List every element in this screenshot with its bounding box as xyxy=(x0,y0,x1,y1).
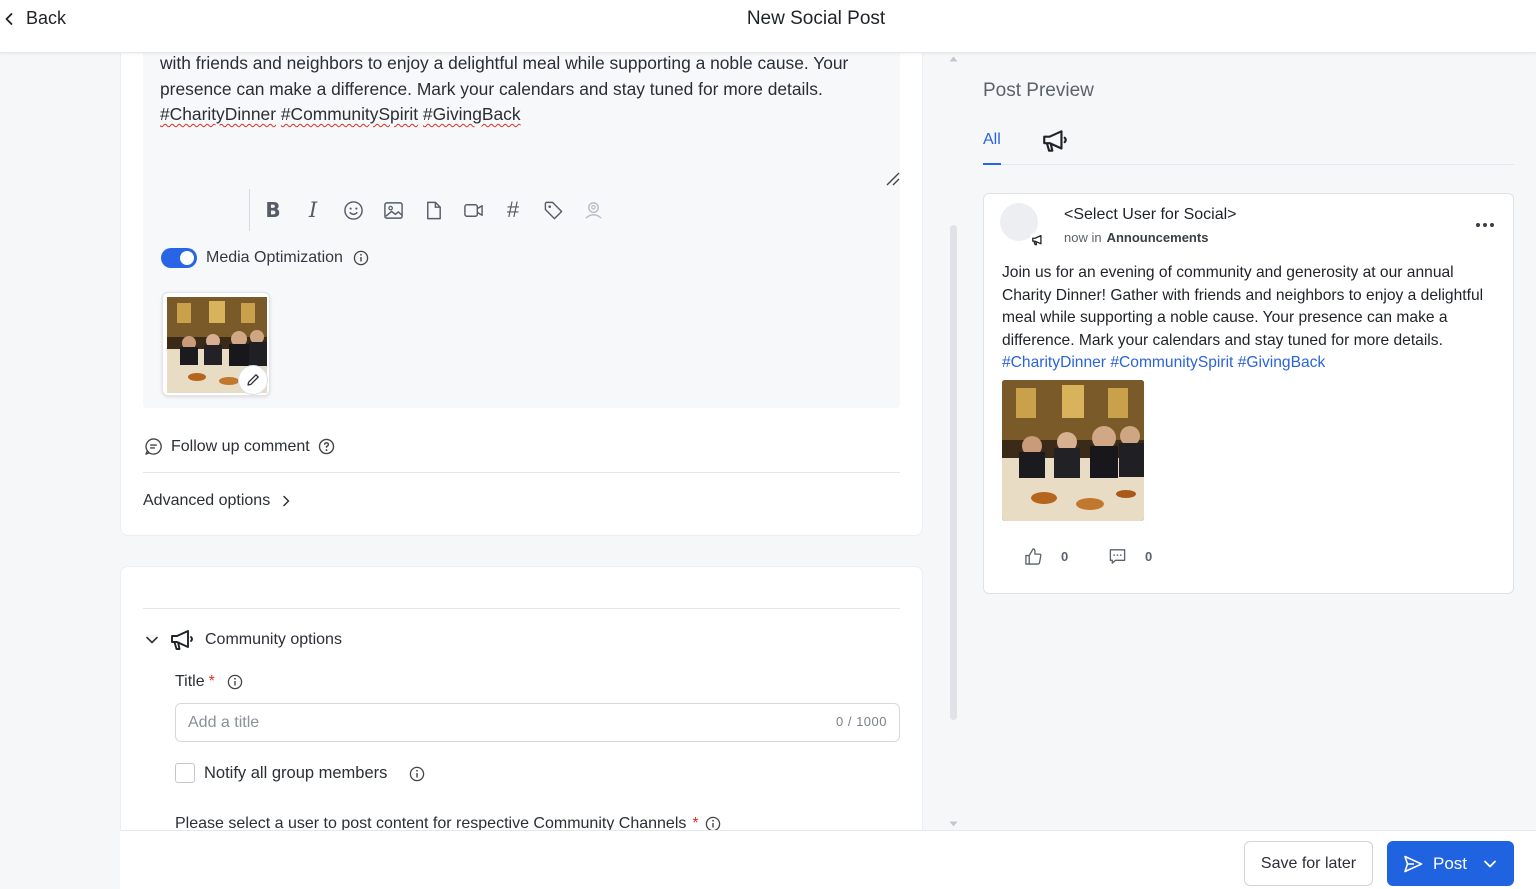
video-icon xyxy=(463,203,483,217)
formatting-toolbar: B I # xyxy=(249,189,604,231)
chevron-down-icon xyxy=(146,636,158,644)
divider xyxy=(143,472,900,473)
megaphone-icon[interactable] xyxy=(1041,128,1069,154)
info-icon[interactable] xyxy=(227,674,243,690)
save-for-later-button[interactable]: Save for later xyxy=(1244,841,1373,886)
image-icon xyxy=(383,201,403,219)
file-icon xyxy=(426,201,441,219)
comment-icon xyxy=(1109,549,1126,564)
thumbs-up-icon xyxy=(1025,548,1042,565)
active-tab-indicator xyxy=(983,163,1001,165)
image-button[interactable] xyxy=(382,199,404,221)
send-icon xyxy=(1404,855,1423,872)
bold-button[interactable]: B xyxy=(262,198,284,222)
hashtag: #CharityDinner xyxy=(160,104,276,124)
megaphone-icon xyxy=(171,630,193,650)
italic-button[interactable]: I xyxy=(302,198,324,222)
preview-body-text: Join us for an evening of community and … xyxy=(1002,264,1484,349)
like-button[interactable]: 0 xyxy=(1024,547,1068,566)
preview-post-body: Join us for an evening of community and … xyxy=(1002,262,1497,375)
divider xyxy=(143,608,900,609)
notify-members-label: Notify all group members xyxy=(204,764,388,782)
preview-channel: Announcements xyxy=(1106,230,1209,245)
hashtag: #CommunitySpirit xyxy=(280,104,419,124)
preview-time: now in xyxy=(1064,230,1102,245)
mention-user-button[interactable] xyxy=(582,199,604,221)
follow-up-comment[interactable]: Follow up comment xyxy=(144,437,335,456)
advanced-options-toggle[interactable]: Advanced options xyxy=(143,492,292,510)
megaphone-icon xyxy=(1030,233,1046,247)
hashtag: #GivingBack xyxy=(422,104,521,124)
hashtag-button[interactable]: # xyxy=(502,197,524,222)
user-location-icon xyxy=(584,201,602,219)
media-optimization-toggle[interactable] xyxy=(161,248,197,268)
preview-meta: now in Announcements xyxy=(1064,230,1208,245)
info-icon[interactable] xyxy=(409,766,425,782)
post-text[interactable]: with friends and neighbors to enjoy a de… xyxy=(160,51,885,128)
pencil-icon xyxy=(247,374,259,386)
comment-icon xyxy=(145,438,162,455)
emoji-icon xyxy=(343,200,363,220)
title-label-text: Title xyxy=(175,673,205,690)
required-asterisk: * xyxy=(208,673,215,690)
media-optimization-label: Media Optimization xyxy=(206,249,343,266)
like-count: 0 xyxy=(1061,549,1069,564)
tab-all[interactable]: All xyxy=(983,131,1001,149)
preview-banquet-image xyxy=(1002,380,1144,521)
more-options-icon[interactable] xyxy=(1474,217,1496,233)
top-header: Back New Social Post xyxy=(0,0,1536,53)
file-button[interactable] xyxy=(422,199,444,221)
comment-count: 0 xyxy=(1145,549,1153,564)
chevron-right-icon xyxy=(283,495,290,507)
scrollbar-thumb[interactable] xyxy=(950,225,957,720)
follow-up-label: Follow up comment xyxy=(171,437,310,455)
community-options-toggle[interactable]: Community options xyxy=(145,628,342,652)
page-title: New Social Post xyxy=(746,8,886,29)
scroll-down-arrow-icon[interactable] xyxy=(949,821,958,827)
help-icon[interactable] xyxy=(318,438,335,455)
title-char-counter: 0 / 1000 xyxy=(836,714,887,729)
preview-user-name: <Select User for Social> xyxy=(1064,206,1237,223)
emoji-button[interactable] xyxy=(342,199,364,221)
chevron-down-icon[interactable] xyxy=(1483,857,1497,871)
title-field-label: Title * xyxy=(175,673,243,691)
post-text-line: presence can make a difference. Mark you… xyxy=(160,78,823,99)
post-button[interactable]: Post xyxy=(1387,841,1514,886)
post-button-label: Post xyxy=(1433,853,1468,873)
tag-button[interactable] xyxy=(542,199,564,221)
comment-button[interactable]: 0 xyxy=(1108,547,1152,566)
info-icon[interactable] xyxy=(353,250,369,266)
scroll-up-arrow-icon[interactable] xyxy=(949,56,958,62)
video-button[interactable] xyxy=(462,199,484,221)
edit-media-button[interactable] xyxy=(238,365,268,395)
preview-hashtags[interactable]: #CharityDinner #CommunitySpirit #GivingB… xyxy=(1002,354,1325,371)
community-options-label: Community options xyxy=(205,631,342,648)
post-text-line: with friends and neighbors to enjoy a de… xyxy=(160,53,849,73)
notify-members-checkbox[interactable] xyxy=(175,763,195,783)
advanced-options-label: Advanced options xyxy=(143,492,271,509)
tag-icon xyxy=(544,201,562,219)
resize-handle-icon[interactable] xyxy=(884,170,900,186)
post-preview-title: Post Preview xyxy=(983,80,1094,101)
